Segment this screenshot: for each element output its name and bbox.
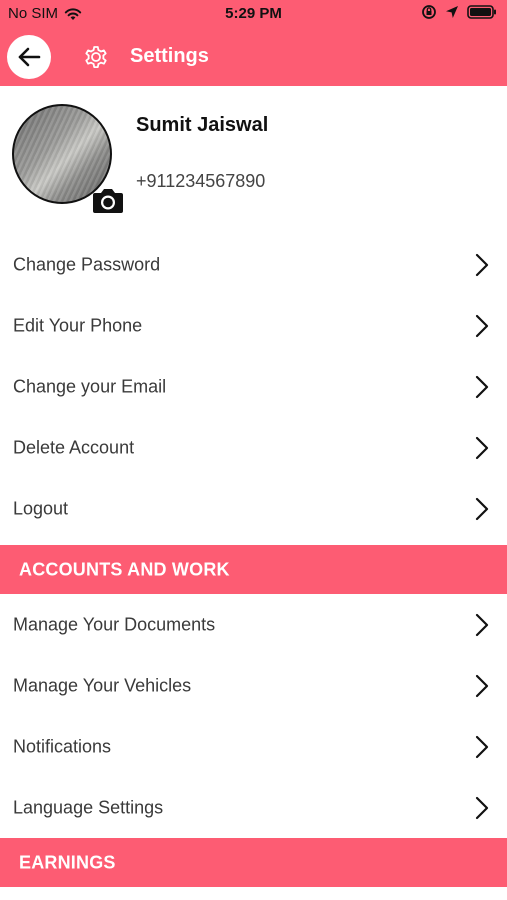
chevron-right-icon: [475, 796, 489, 820]
menu-item-label: Logout: [13, 498, 69, 518]
back-button[interactable]: [7, 35, 51, 79]
menu-item-manage-vehicles[interactable]: Manage Your Vehicles: [0, 655, 507, 716]
menu-item-label: Notifications: [13, 736, 112, 756]
menu-item-edit-phone[interactable]: Edit Your Phone: [0, 295, 507, 356]
menu-item-label: Edit Your Phone: [13, 315, 143, 335]
page-title: Settings: [130, 45, 209, 67]
orientation-lock-icon: [421, 4, 437, 20]
settings-screen: No SIM 5:29 PM Settings Sumit Jaiswal +9…: [0, 0, 507, 900]
menu-item-label: Manage Your Documents: [13, 614, 216, 634]
menu-item-logout[interactable]: Logout: [0, 478, 507, 539]
status-right: [413, 4, 497, 20]
profile-section: Sumit Jaiswal +911234567890: [0, 86, 507, 226]
app-header: Settings: [0, 30, 507, 86]
menu-item-notifications[interactable]: Notifications: [0, 716, 507, 777]
menu-item-delete-account[interactable]: Delete Account: [0, 417, 507, 478]
chevron-right-icon: [475, 253, 489, 277]
status-bar: No SIM 5:29 PM: [0, 0, 507, 28]
profile-name: Sumit Jaiswal: [136, 114, 269, 136]
battery-icon: [467, 5, 497, 19]
chevron-right-icon: [475, 314, 489, 338]
menu-item-change-password[interactable]: Change Password: [0, 234, 507, 295]
chevron-right-icon: [475, 735, 489, 759]
back-arrow-icon: [17, 46, 41, 68]
camera-icon[interactable]: [92, 186, 124, 214]
menu-item-label: Delete Account: [13, 437, 135, 457]
chevron-right-icon: [475, 375, 489, 399]
menu-item-manage-documents[interactable]: Manage Your Documents: [0, 594, 507, 655]
menu-item-label: Manage Your Vehicles: [13, 675, 192, 695]
chevron-right-icon: [475, 613, 489, 637]
menu-item-change-email[interactable]: Change your Email: [0, 356, 507, 417]
location-arrow-icon: [445, 5, 459, 19]
profile-phone: +911234567890: [136, 171, 266, 191]
gear-icon: [82, 43, 110, 71]
section-header-accounts-and-work: ACCOUNTS AND WORK: [0, 545, 507, 594]
chevron-right-icon: [475, 674, 489, 698]
chevron-right-icon: [475, 497, 489, 521]
section-label: ACCOUNTS AND WORK: [19, 559, 230, 579]
menu-item-label: Change your Email: [13, 376, 167, 396]
chevron-right-icon: [475, 436, 489, 460]
menu-item-language-settings[interactable]: Language Settings: [0, 777, 507, 838]
menu-item-label: Change Password: [13, 254, 161, 274]
menu-item-label: Language Settings: [13, 797, 164, 817]
section-label: EARNINGS: [19, 852, 116, 872]
section-header-earnings: EARNINGS: [0, 838, 507, 887]
